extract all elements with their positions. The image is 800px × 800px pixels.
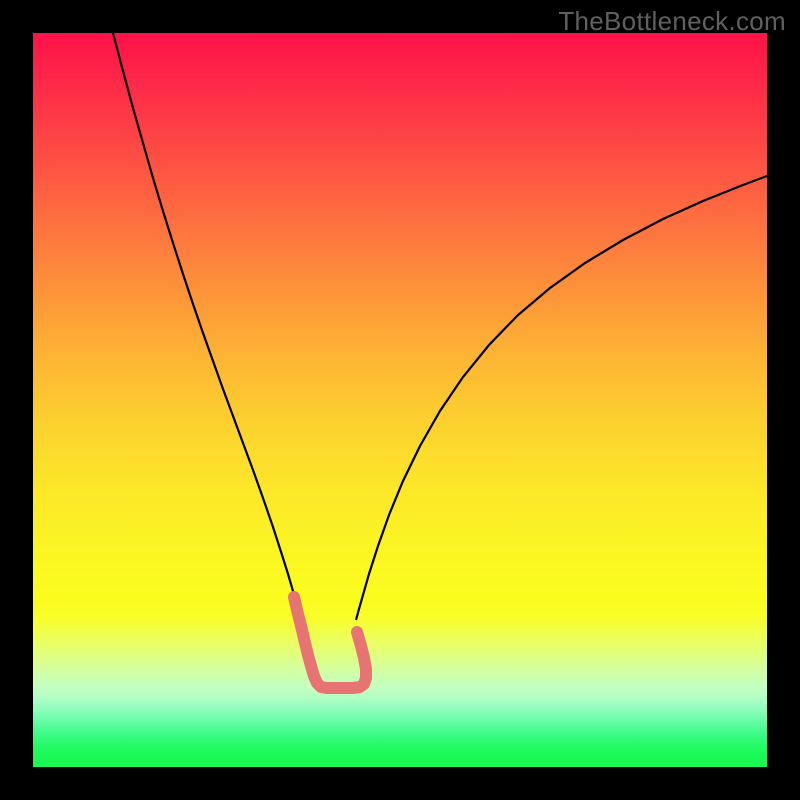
chart-plot-area — [33, 33, 767, 767]
watermark: TheBottleneck.com — [558, 6, 786, 37]
black-curve-right — [356, 176, 767, 620]
salmon-overlay — [294, 597, 366, 688]
chart-curves — [33, 33, 767, 767]
black-curve-left — [113, 33, 301, 620]
